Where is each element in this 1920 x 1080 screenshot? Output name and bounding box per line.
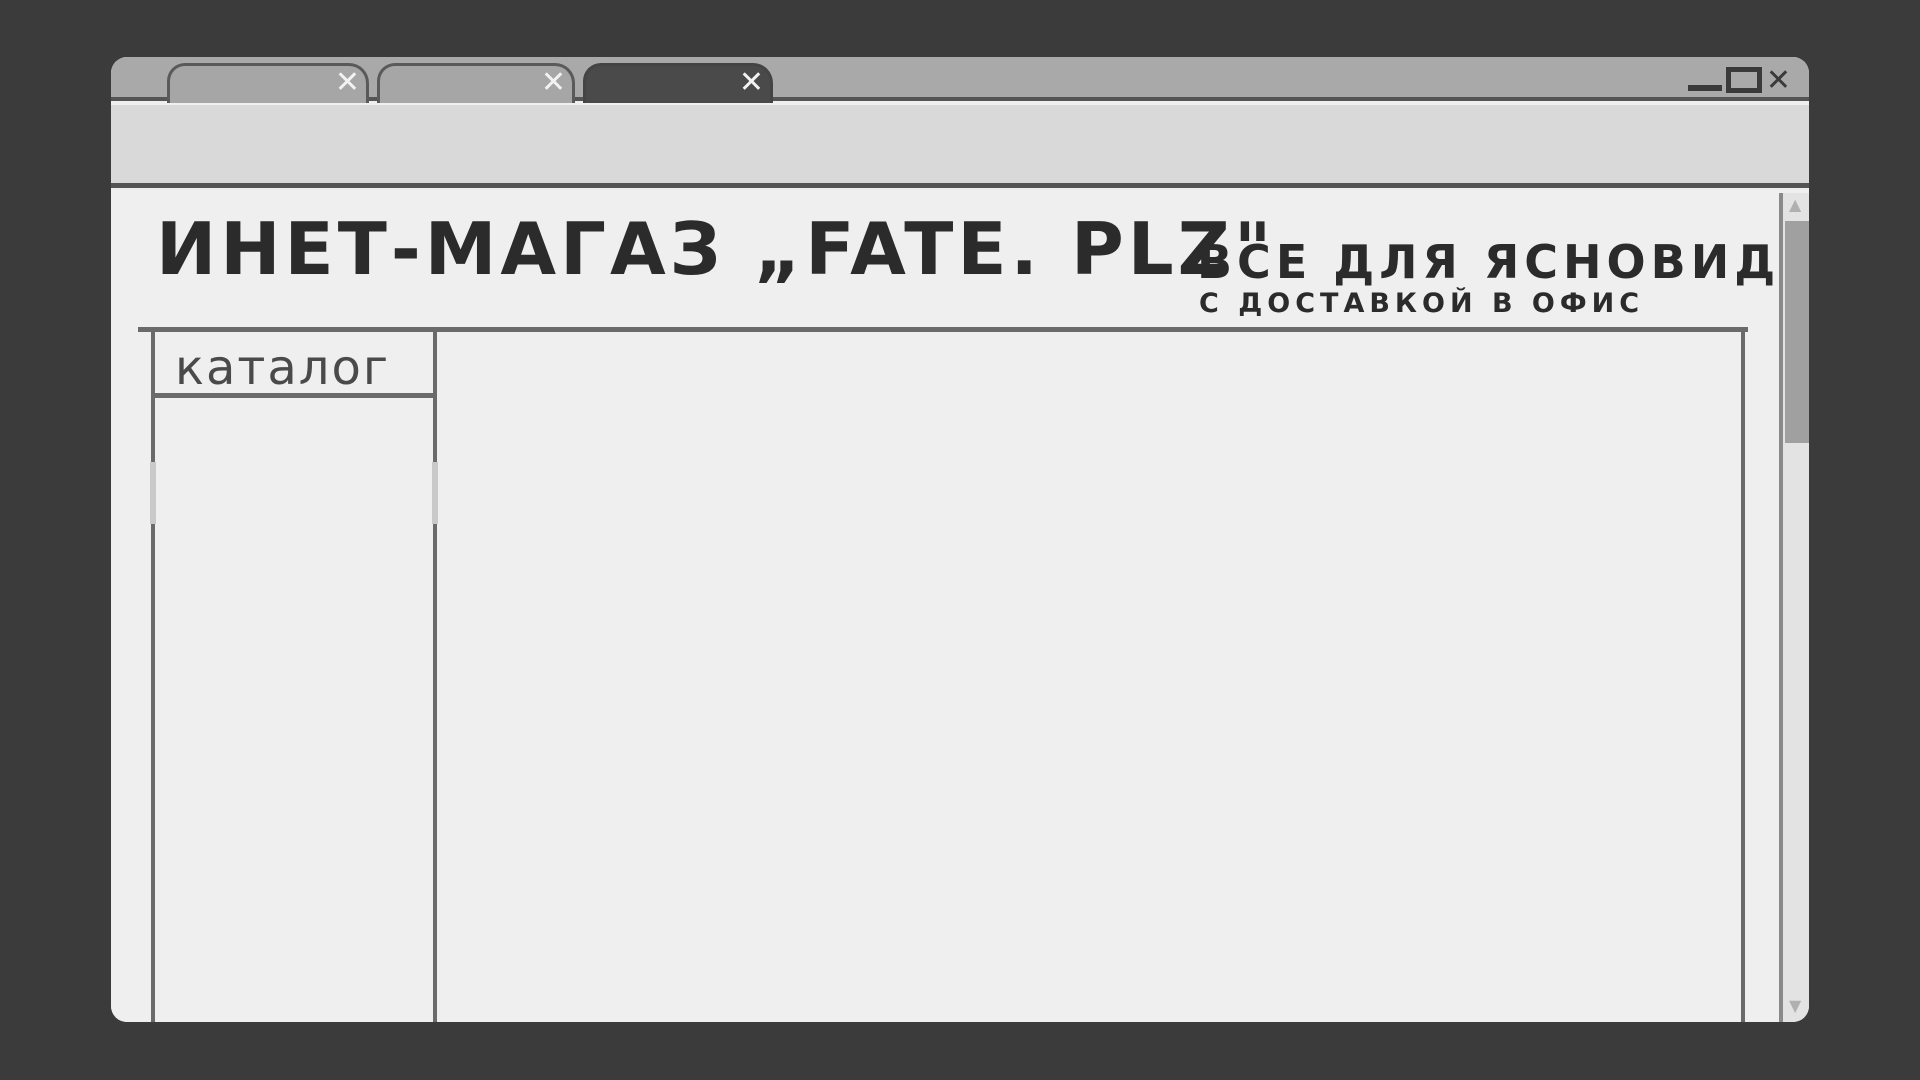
close-icon[interactable]: ✕ [739, 68, 764, 98]
scroll-thumb[interactable] [1785, 221, 1809, 443]
tab-2[interactable]: ✕ [377, 63, 575, 103]
page-title: ИНЕТ-МАГАЗ „FATE. PLZ" [156, 207, 1276, 291]
browser-toolbar [111, 105, 1809, 188]
sidebar-resize-handle-left[interactable] [150, 462, 156, 524]
page-content: ИНЕТ-МАГАЗ „FATE. PLZ" ВСЕ ДЛЯ ЯСНОВИДЦА… [111, 193, 1809, 1022]
minimize-icon[interactable] [1687, 85, 1722, 91]
tab-1[interactable]: ✕ [167, 63, 369, 103]
catalog-label: каталог [175, 340, 391, 396]
window-controls: ✕ [1687, 61, 1791, 97]
tagline: ВСЕ ДЛЯ ЯСНОВИДЦА [1197, 235, 1809, 289]
catalog-sidebar: каталог [150, 332, 438, 1022]
close-icon[interactable]: ✕ [335, 68, 360, 98]
catalog-header[interactable]: каталог [155, 332, 433, 398]
vertical-scrollbar[interactable]: ▲ ▼ [1779, 193, 1809, 1022]
close-icon[interactable]: ✕ [541, 68, 566, 98]
browser-window: ✕ ✕ ✕ ✕ ИНЕТ-МАГАЗ „FATE. PLZ" ВСЕ ДЛЯ Я… [111, 57, 1809, 1022]
tagline-subtitle: С ДОСТАВКОЙ В ОФИС [1199, 288, 1645, 319]
scroll-up-arrow-icon[interactable]: ▲ [1789, 197, 1805, 213]
window-close-icon[interactable]: ✕ [1766, 65, 1791, 97]
tab-bar: ✕ ✕ ✕ ✕ [111, 57, 1809, 103]
maximize-icon[interactable] [1725, 67, 1762, 93]
scroll-down-arrow-icon[interactable]: ▼ [1789, 998, 1805, 1014]
sidebar-resize-handle-right[interactable] [432, 462, 438, 524]
tab-3-active[interactable]: ✕ [583, 63, 773, 103]
